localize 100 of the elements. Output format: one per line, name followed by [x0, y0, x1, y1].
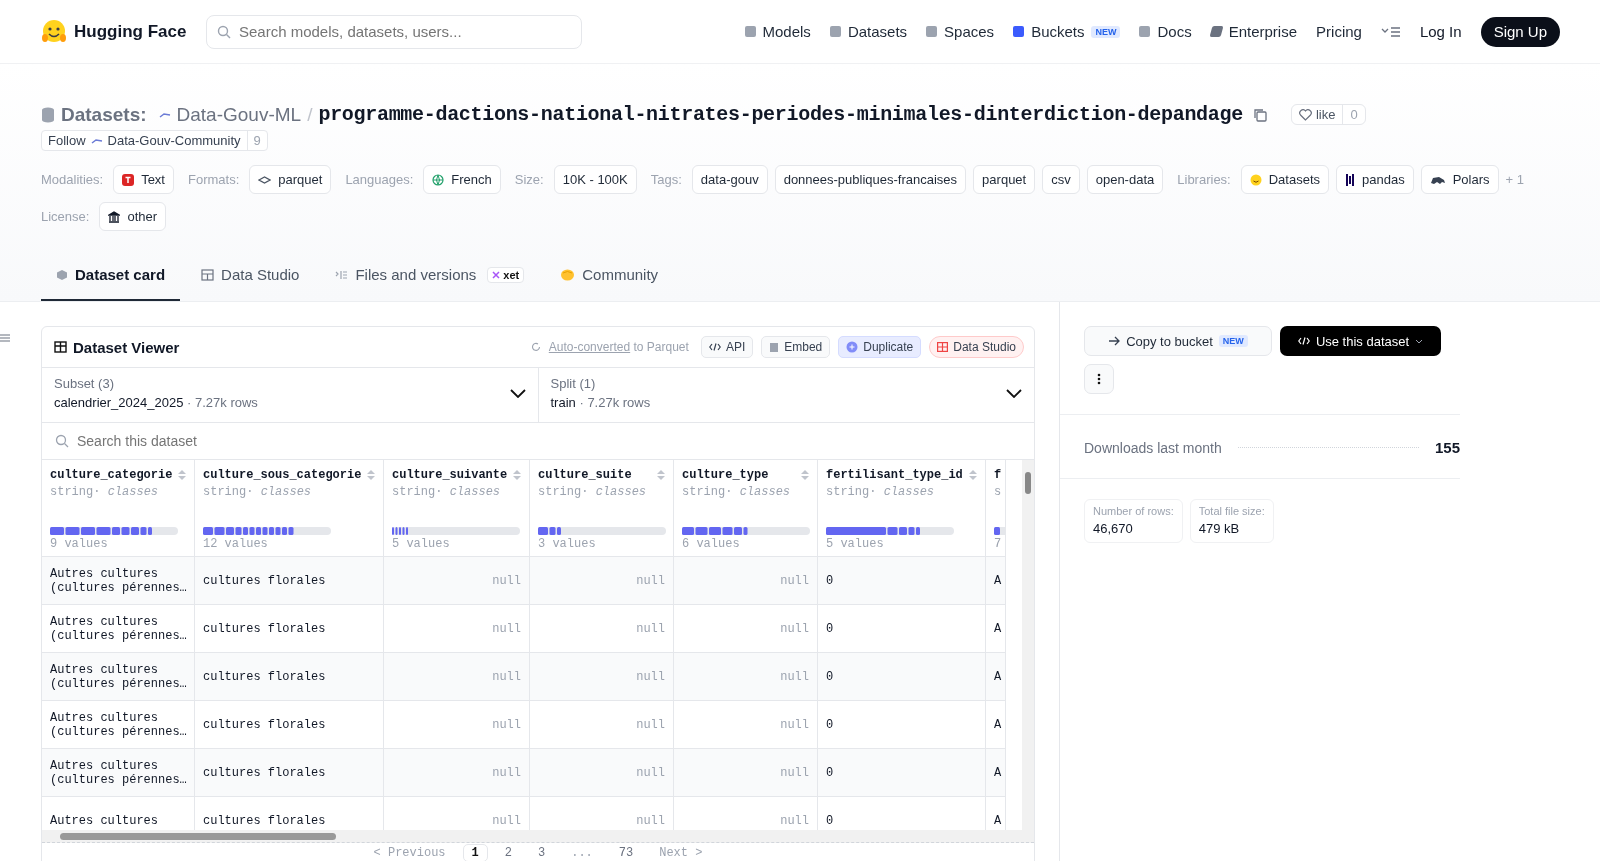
nav-link[interactable]: Spaces — [926, 23, 995, 40]
tag-group-label: Modalities: — [41, 172, 104, 187]
login-link[interactable]: Log In — [1419, 23, 1462, 40]
tag-group-label: Formats: — [188, 172, 240, 187]
column-name[interactable]: culture_suivante — [392, 468, 508, 482]
bank-icon — [108, 210, 121, 223]
tag-chip[interactable]: pandas — [1336, 165, 1414, 194]
tag-chip[interactable]: Text — [113, 165, 174, 194]
refresh-icon — [530, 342, 541, 352]
nav-link[interactable]: Datasets — [829, 23, 908, 40]
tag-chip[interactable]: French — [423, 165, 501, 194]
like-button[interactable]: like 0 — [1290, 104, 1366, 125]
column-type: string· classes — [50, 485, 160, 499]
pagination-link[interactable]: 3 — [529, 844, 555, 861]
downloads-label: Downloads last month — [1084, 439, 1222, 456]
table-cell: null — [530, 557, 674, 605]
nav-link[interactable]: Enterprise — [1210, 23, 1298, 40]
conversion-note: Auto-converted to Parquet — [548, 340, 689, 354]
pagination-link[interactable]: 73 — [609, 844, 643, 861]
column-name[interactable]: culture_suite — [538, 468, 632, 482]
nav-link[interactable]: Docs — [1139, 23, 1192, 40]
code-icon — [1297, 337, 1310, 345]
signup-button[interactable]: Sign Up — [1480, 16, 1560, 47]
caret-icon — [1415, 338, 1424, 344]
tab[interactable]: Community — [545, 251, 674, 301]
copy-button[interactable]: Copy to bucket NEW — [1084, 326, 1272, 356]
document-icon — [769, 341, 780, 353]
table-cell: null — [674, 557, 818, 605]
column-name[interactable]: fertilisant_type_id — [826, 468, 963, 482]
vertical-scrollbar[interactable] — [1022, 460, 1034, 830]
globe-icon — [432, 173, 445, 186]
sort-icon[interactable] — [178, 469, 186, 481]
table-cell: 0 — [818, 653, 986, 701]
more-options-button[interactable] — [1084, 364, 1114, 394]
viewer-button[interactable]: Embed — [761, 336, 831, 358]
tab[interactable]: Files and versions xet — [320, 251, 540, 301]
tab[interactable]: Data Studio — [186, 251, 315, 301]
nav-link[interactable]: Models — [744, 23, 811, 40]
column-name[interactable]: culture_type — [682, 468, 769, 482]
menu-icon[interactable] — [1380, 24, 1401, 39]
table-cell: Autres cultures (cultures pérennes… — [42, 749, 195, 797]
tag-chip[interactable]: donnees-publiques-francaises — [774, 165, 967, 194]
xet-badge: xet — [487, 266, 525, 283]
tag-chip[interactable]: 10K - 100K — [553, 165, 637, 194]
menu-icon[interactable] — [0, 333, 10, 343]
repo-type[interactable]: Datasets: — [61, 103, 147, 126]
column-name[interactable]: culture_sous_categorie — [203, 468, 362, 482]
tag-chip[interactable]: other — [99, 202, 167, 231]
cube-icon — [56, 268, 68, 281]
follow-button[interactable]: Follow Data-Gouv-Community 9 — [41, 130, 268, 151]
column-name[interactable]: culture_categorie — [50, 468, 173, 482]
tag-chip[interactable]: data-gouv — [691, 165, 768, 194]
viewer-button[interactable]: Duplicate — [838, 336, 922, 358]
viewer-button[interactable]: API — [700, 336, 754, 358]
tag-chip[interactable]: parquet — [249, 165, 332, 194]
table-cell: null — [384, 749, 530, 797]
arrow-right-icon — [1108, 336, 1121, 346]
chevron-down-icon — [1006, 388, 1022, 398]
pagination-link[interactable]: 2 — [495, 844, 521, 861]
tab[interactable]: Dataset card — [41, 251, 181, 301]
subset-dropdown[interactable]: Subset (3) calendrier_2024_2025 · 7.27k rows — [42, 368, 538, 422]
database-icon — [41, 106, 55, 123]
table-cell: null — [530, 749, 674, 797]
table-icon — [201, 268, 215, 281]
tag-chip[interactable]: open-data — [1086, 165, 1164, 194]
value-count: 3 values — [538, 537, 597, 551]
horizontal-scrollbar[interactable] — [42, 830, 1034, 843]
tag-group-label: Tags: — [650, 172, 682, 187]
tag-chip[interactable]: Polars — [1420, 165, 1499, 194]
nav-link[interactable]: Pricing — [1316, 23, 1362, 40]
dots-icon — [1097, 373, 1101, 385]
column-name[interactable]: f — [994, 468, 1002, 482]
brand-name[interactable]: Hugging Face — [74, 21, 187, 42]
table-cell: cultures florales — [195, 557, 384, 605]
tag-chip[interactable]: parquet — [973, 165, 1036, 194]
table-cell: null — [384, 653, 530, 701]
table-cell: A — [986, 653, 1006, 701]
split-dropdown[interactable]: Split (1) train · 7.27k rows — [537, 368, 1034, 422]
value-count: 5 values — [392, 537, 451, 551]
nav-link[interactable]: Buckets NEW — [1013, 23, 1121, 40]
sort-icon[interactable] — [801, 469, 809, 481]
owner-link[interactable]: Data-Gouv-ML — [176, 103, 302, 126]
tag-chip[interactable]: csv — [1042, 165, 1080, 194]
sort-icon[interactable] — [513, 469, 521, 481]
copy-icon[interactable] — [1252, 107, 1267, 122]
sort-icon[interactable] — [367, 469, 375, 481]
files-icon — [335, 268, 349, 281]
tag-group-label: License: — [41, 209, 90, 224]
repo-name[interactable]: programme-dactions-national-nitrates-periodes-minimales-dinterdiction-depandage — [318, 103, 1243, 126]
tag-chip[interactable]: Datasets — [1240, 165, 1330, 194]
sort-icon[interactable] — [969, 469, 977, 481]
sort-icon[interactable] — [657, 469, 665, 481]
viewer-button[interactable]: Data Studio — [929, 336, 1024, 358]
table-cell: Autres cultures (cultures pérennes… — [42, 653, 195, 701]
search-field[interactable]: Search models, datasets, users... — [206, 14, 582, 49]
use-dataset-button[interactable]: Use this dataset — [1280, 326, 1441, 356]
bars-icon — [1345, 172, 1356, 187]
smiley-icon — [1249, 173, 1262, 186]
table-icon — [937, 342, 949, 352]
value-count: 6 values — [682, 537, 741, 551]
